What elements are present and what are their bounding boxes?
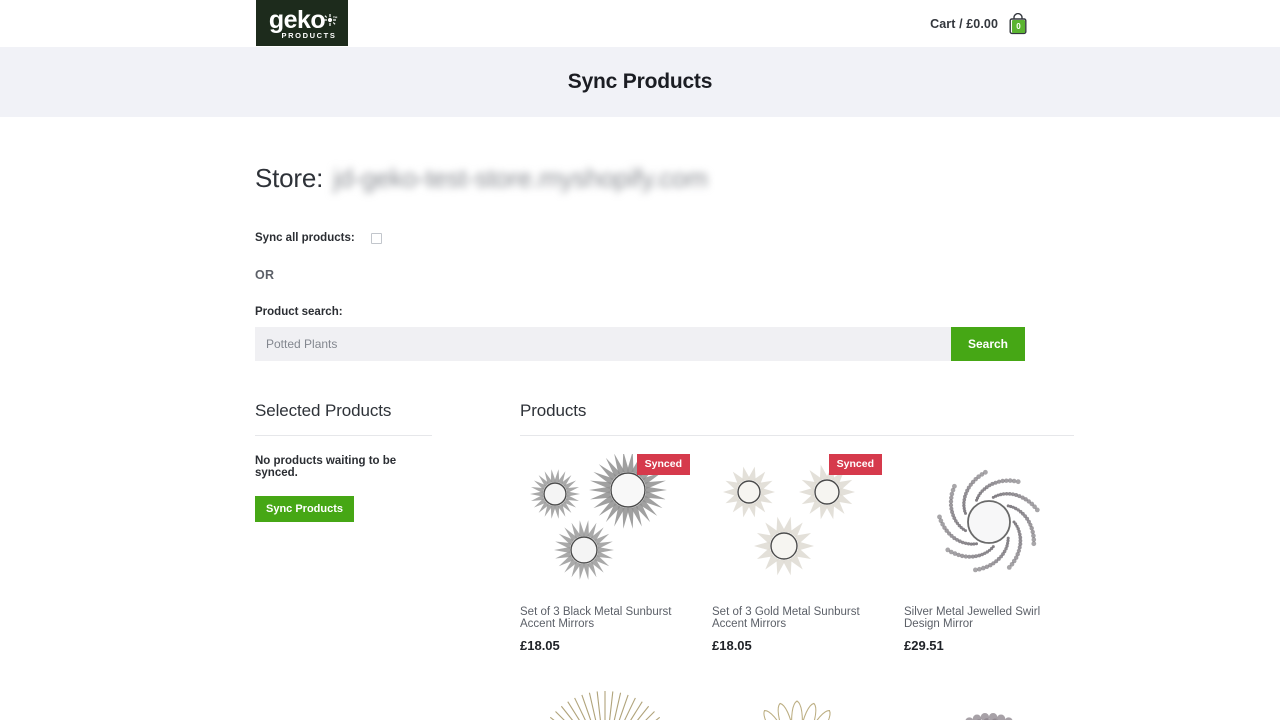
shopping-bag-icon[interactable]: 0 (1008, 12, 1028, 35)
product-card[interactable]: Synced Set of 3 Gold Metal Sunburst Acce… (712, 454, 882, 653)
sync-all-row: Sync all products: (255, 232, 1025, 244)
product-card[interactable] (712, 683, 882, 720)
store-domain-redacted: jd-geko-test-store.myshopify.com (333, 163, 708, 193)
store-line: Store: jd-geko-test-store.myshopify.com (255, 163, 1025, 194)
product-price: £18.05 (712, 638, 752, 653)
product-name: Set of 3 Black Metal Sunburst Accent Mir… (520, 606, 672, 631)
main-content: Store: jd-geko-test-store.myshopify.com … (255, 117, 1074, 720)
product-name: Silver Metal Jewelled Swirl Design Mirro… (904, 606, 1041, 631)
sync-all-label: Sync all products: (255, 232, 355, 244)
or-separator: OR (255, 268, 275, 282)
product-image[interactable] (904, 683, 1074, 720)
product-name: Set of 3 Gold Metal Sunburst Accent Mirr… (712, 606, 860, 631)
geko-logo[interactable]: geko ™ PRODUCTS (256, 0, 348, 46)
selected-products-panel: Selected Products No products waiting to… (255, 401, 432, 720)
product-search-label: Product search: (255, 306, 343, 318)
page-header-band: Sync Products (0, 47, 1280, 117)
cart-total-label: Cart / £0.00 (930, 17, 998, 31)
search-button[interactable]: Search (951, 327, 1025, 361)
content-columns: Selected Products No products waiting to… (255, 401, 1074, 720)
logo-wordmark: geko ™ (268, 5, 338, 34)
product-card[interactable]: Synced Set of 3 Black Metal Sunburst Acc… (520, 454, 690, 653)
synced-badge: Synced (636, 454, 690, 475)
selected-products-empty-message: No products waiting to be synced. (255, 455, 397, 479)
product-image[interactable] (520, 454, 690, 596)
product-price: £18.05 (520, 638, 560, 653)
cart-link[interactable]: Cart / £0.00 0 (930, 12, 1028, 35)
product-price: £29.51 (904, 638, 944, 653)
synced-badge: Synced (828, 454, 882, 475)
selected-products-title: Selected Products (255, 401, 392, 420)
product-image[interactable] (712, 454, 882, 596)
product-card[interactable] (904, 683, 1074, 720)
products-divider (520, 435, 1074, 436)
products-title: Products (520, 401, 587, 420)
sync-products-button[interactable]: Sync Products (255, 496, 355, 522)
product-image[interactable] (904, 454, 1074, 596)
product-image[interactable] (712, 683, 882, 720)
selected-products-divider (255, 435, 432, 436)
product-search-row: Search (255, 327, 1025, 361)
trademark-mark: ™ (332, 15, 338, 22)
sync-all-checkbox[interactable] (370, 232, 382, 244)
product-card[interactable] (520, 683, 690, 720)
store-label: Store: (255, 163, 324, 193)
cart-count-badge: 0 (1012, 20, 1025, 33)
product-image[interactable] (520, 683, 690, 720)
page-title: Sync Products (567, 70, 713, 93)
products-panel: Products Synced Set of 3 Black Metal Sun… (520, 401, 1074, 720)
product-grid: Synced Set of 3 Black Metal Sunburst Acc… (520, 454, 1074, 720)
top-bar: geko ™ PRODUCTS Cart / £0.00 0 (0, 0, 1280, 47)
product-card[interactable]: Silver Metal Jewelled Swirl Design Mirro… (904, 454, 1074, 653)
product-search-input[interactable] (255, 327, 951, 361)
